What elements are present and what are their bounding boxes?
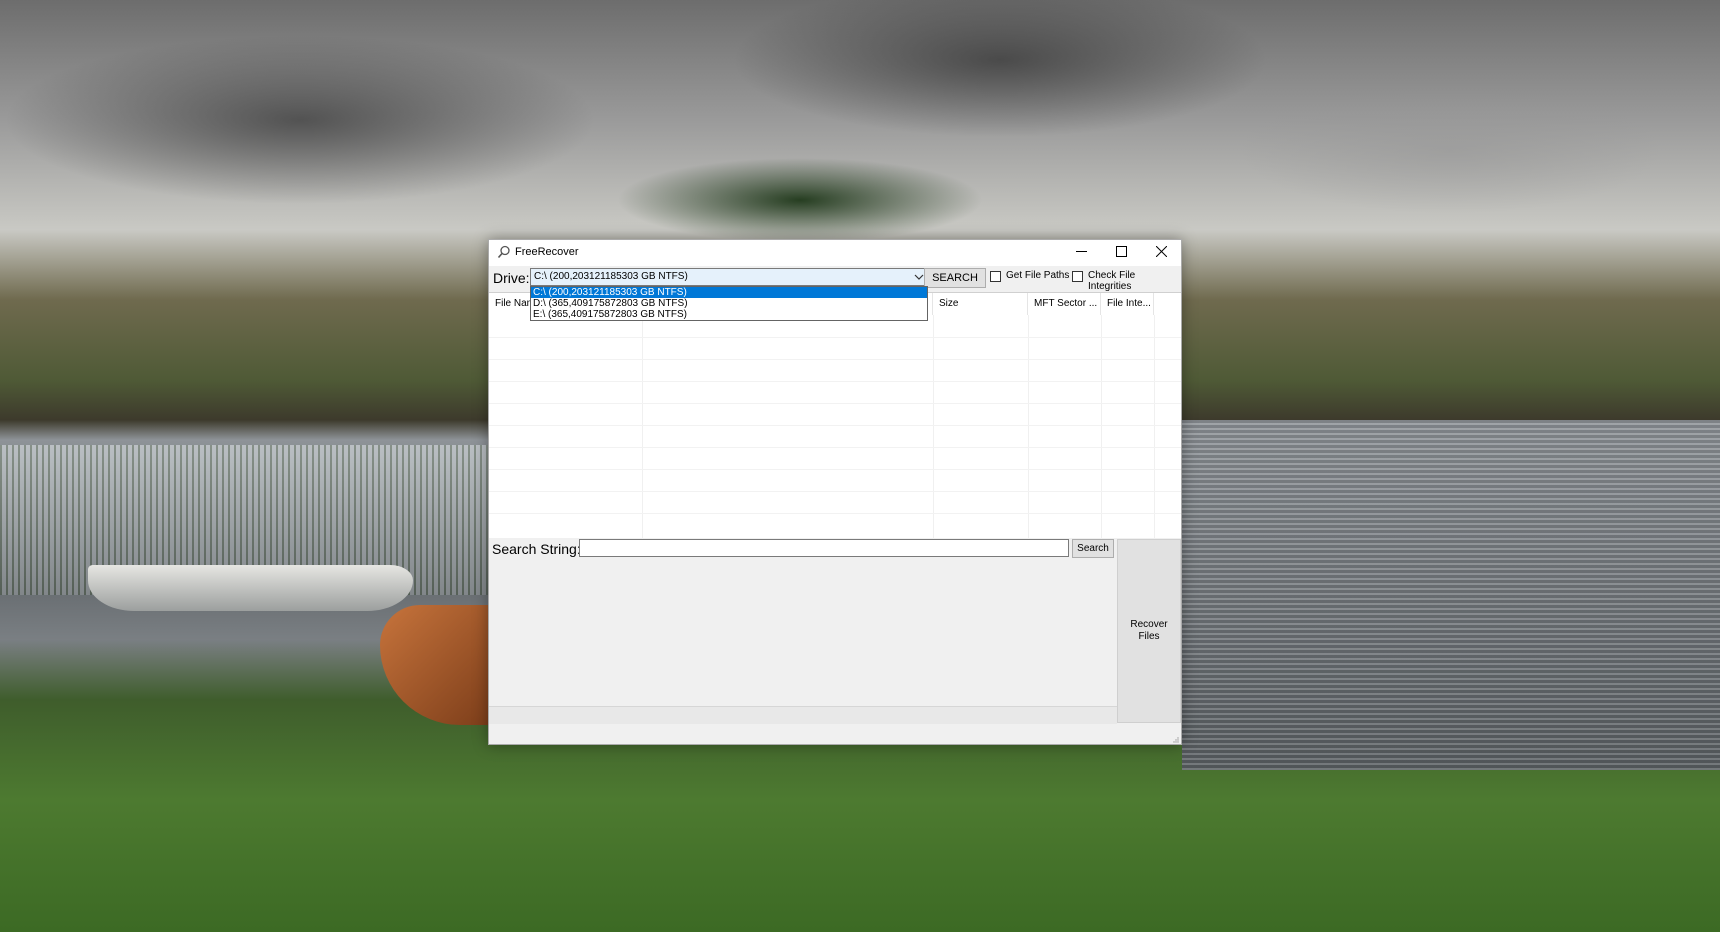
search-string-label: Search String: bbox=[492, 541, 581, 557]
get-file-paths-label: Get File Paths bbox=[1006, 270, 1070, 281]
recover-files-label-line2: Files bbox=[1138, 631, 1160, 642]
drive-dropdown-list: C:\ (200,203121185303 GB NTFS) D:\ (365,… bbox=[530, 286, 928, 321]
check-file-integrities-label: Check File Integrities bbox=[1088, 270, 1136, 292]
search-icon bbox=[497, 245, 511, 259]
drive-select[interactable]: C:\ (200,203121185303 GB NTFS) bbox=[530, 268, 928, 286]
recover-files-button[interactable]: Recover Files bbox=[1117, 539, 1181, 723]
drive-label: Drive: bbox=[493, 270, 530, 286]
drive-option[interactable]: C:\ (200,203121185303 GB NTFS) bbox=[531, 287, 927, 298]
column-header-file-integrity[interactable]: File Inte... bbox=[1101, 293, 1154, 315]
chevron-down-icon bbox=[914, 272, 924, 282]
maximize-button[interactable] bbox=[1101, 240, 1141, 266]
minimize-button[interactable] bbox=[1061, 240, 1101, 266]
search-drive-button[interactable]: SEARCH bbox=[924, 268, 986, 288]
recover-files-label-line1: Recover bbox=[1130, 619, 1168, 630]
horizontal-scrollbar[interactable] bbox=[489, 706, 1117, 724]
get-file-paths-checkbox[interactable] bbox=[990, 271, 1001, 282]
file-grid[interactable]: File Nam Size MFT Sector ... File Inte..… bbox=[489, 292, 1181, 538]
drive-option[interactable]: E:\ (365,409175872803 GB NTFS) bbox=[531, 309, 927, 320]
search-string-input[interactable] bbox=[579, 539, 1069, 557]
close-icon bbox=[1155, 245, 1167, 260]
drive-select-value: C:\ (200,203121185303 GB NTFS) bbox=[534, 271, 688, 282]
minimize-icon bbox=[1075, 246, 1087, 260]
column-header-mft-sector[interactable]: MFT Sector ... bbox=[1028, 293, 1101, 315]
close-button[interactable] bbox=[1141, 240, 1181, 266]
window-title: FreeRecover bbox=[515, 246, 579, 258]
wallpaper-boat-orange bbox=[380, 605, 490, 725]
wallpaper-lake-right bbox=[1182, 420, 1720, 770]
maximize-icon bbox=[1115, 246, 1127, 260]
title-bar[interactable]: FreeRecover bbox=[489, 240, 1181, 266]
column-header-size[interactable]: Size bbox=[933, 293, 1028, 315]
wallpaper-boat bbox=[88, 565, 413, 611]
freerecover-window: FreeRecover Drive: C:\ (200,203121185303… bbox=[488, 239, 1182, 745]
results-list[interactable] bbox=[489, 560, 1117, 723]
search-string-button[interactable]: Search bbox=[1072, 539, 1114, 558]
resize-grip-icon[interactable] bbox=[1171, 734, 1179, 743]
drive-option[interactable]: D:\ (365,409175872803 GB NTFS) bbox=[531, 298, 927, 309]
check-file-integrities-checkbox[interactable] bbox=[1072, 271, 1083, 282]
